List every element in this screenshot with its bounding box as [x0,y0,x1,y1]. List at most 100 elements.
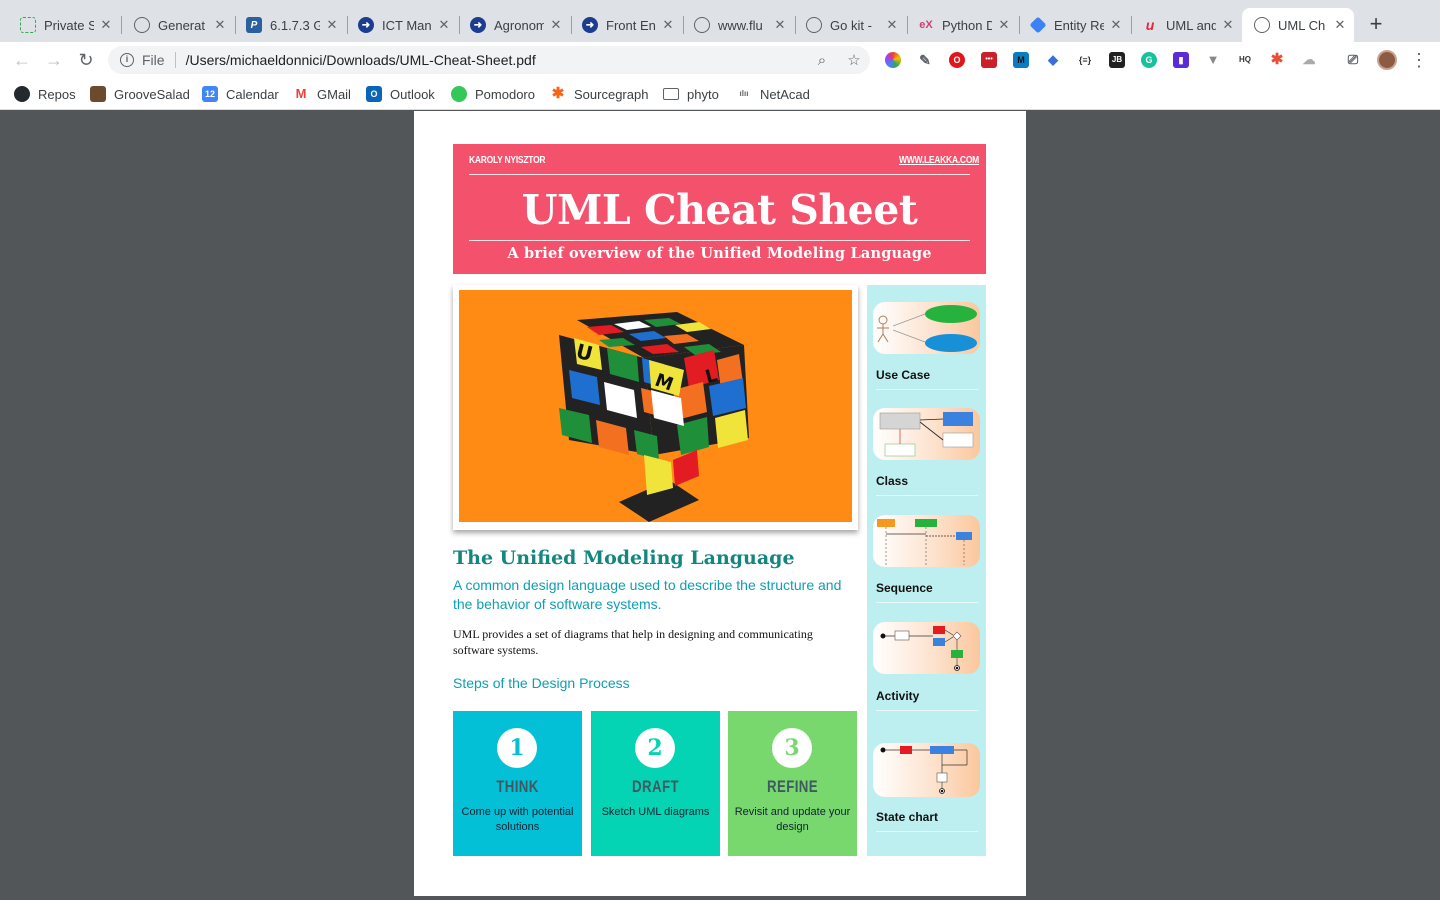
tab-title: Entity Re [1054,17,1104,33]
opera-icon[interactable]: O [949,52,965,68]
page-title: UML Cheat Sheet [521,186,918,234]
close-icon[interactable]: ✕ [1108,17,1124,33]
tab-2[interactable]: P 6.1.7.3 G ✕ [234,8,346,42]
bookmark-repos[interactable]: Repos [14,84,76,104]
github-icon [14,86,30,102]
diagram-label: Class [876,474,909,488]
tab-10[interactable]: u UML and ✕ [1130,8,1242,42]
bookmark-label: Calendar [226,86,279,102]
tab-7[interactable]: Go kit - ✕ [794,8,906,42]
tab-1[interactable]: Generat ✕ [122,8,234,42]
tab-11-active[interactable]: UML Ch ✕ [1242,8,1354,42]
hq-icon[interactable]: HQ [1237,52,1253,68]
step-label: DRAFT [632,777,679,796]
jetbrains-icon[interactable]: JB [1109,52,1125,68]
zoom-icon[interactable]: ⌕ [806,52,838,69]
tab-0[interactable]: Private S ✕ [8,8,120,42]
bookmark-label: phyto [687,86,719,102]
close-icon[interactable]: ✕ [996,17,1012,33]
folder-icon [663,88,679,100]
bookmark-groovesalad[interactable]: GrooveSalad [90,84,190,104]
close-icon[interactable]: ✕ [436,17,452,33]
grammarly-icon[interactable]: G [1141,52,1157,68]
tab-9[interactable]: Entity Re ✕ [1018,8,1130,42]
ethereum-icon[interactable]: ◆ [1045,52,1061,68]
new-tab-button[interactable]: + [1364,12,1388,36]
divider [876,602,978,603]
puzzle-icon[interactable]: ☁ [1301,52,1317,68]
bookmark-calendar[interactable]: 12 Calendar [202,84,279,104]
step-label: REFINE [767,777,818,796]
bookmark-label: Sourcegraph [574,86,649,102]
purple-extension-icon[interactable]: ▮ [1173,52,1189,68]
step-number: 2 [635,728,675,768]
tab-4[interactable]: ➜ Agronom ✕ [458,8,570,42]
toolbar: ← → ↻ i File /Users/michaeldonnici/Downl… [0,42,1440,78]
info-icon[interactable]: i [120,53,134,67]
step-number: 3 [772,728,812,768]
tab-8[interactable]: eX Python D ✕ [906,8,1018,42]
tab-6[interactable]: www.flu ✕ [682,8,794,42]
tab-3[interactable]: ➜ ICT Man ✕ [346,8,458,42]
arrow-icon: ➜ [582,17,598,33]
cast-icon[interactable]: ⎚ [1345,52,1361,68]
udemy-icon: u [1145,17,1155,33]
step-label: THINK [496,777,539,796]
tab-title: Go kit - [830,17,872,33]
tab-title: Private S [44,17,94,33]
menu-icon[interactable]: ⋮ [1410,48,1428,72]
diamond-icon [1029,16,1047,34]
bookmark-label: GrooveSalad [114,86,190,102]
cube-image-frame: U M L [453,285,858,530]
close-icon[interactable]: ✕ [212,17,228,33]
tab-strip: Private S ✕ Generat ✕ P 6.1.7.3 G ✕ ➜ IC… [0,0,1440,42]
arrow-icon: ➜ [358,17,374,33]
divider [876,710,978,711]
tab-title: www.flu [718,17,763,33]
bookmark-phyto[interactable]: phyto [663,84,719,104]
close-icon[interactable]: ✕ [1332,17,1348,33]
star-icon[interactable]: ☆ [838,51,870,69]
bookmark-pomodoro[interactable]: Pomodoro [451,84,535,104]
lastpass-icon[interactable]: ••• [981,52,997,68]
close-icon[interactable]: ✕ [1220,17,1236,33]
divider [876,831,978,832]
back-button[interactable]: ← [10,48,34,72]
close-icon[interactable]: ✕ [98,17,114,33]
json-icon[interactable]: {≡} [1077,52,1093,68]
tab-5[interactable]: ➜ Front En ✕ [570,8,682,42]
sourcegraph-icon: ✱ [551,85,565,102]
url-text[interactable]: /Users/michaeldonnici/Downloads/UML-Chea… [186,52,806,68]
close-icon[interactable]: ✕ [772,17,788,33]
edx-icon: eX [919,19,933,31]
bookmark-netacad[interactable]: ılıı NetAcad [736,84,810,104]
reload-button[interactable]: ↻ [74,48,98,72]
use-case-diagram-icon [873,302,980,354]
close-icon[interactable]: ✕ [548,17,564,33]
bookmark-gmail[interactable]: M GMail [293,84,351,104]
website-link[interactable]: WWW.LEAKKA.COM [899,155,979,166]
rubiks-cube-image: U M L [459,290,852,522]
bookmark-label: Repos [38,86,76,102]
asterisk-icon[interactable]: ✱ [1269,52,1285,68]
color-wheel-icon[interactable] [885,52,901,68]
m-extension-icon[interactable]: M [1013,52,1029,68]
bookmark-label: Pomodoro [475,86,535,102]
url-scheme: File [142,52,165,68]
vuejs-icon[interactable]: ▼ [1205,52,1221,68]
state-chart-diagram-icon [873,743,980,797]
bookmark-outlook[interactable]: O Outlook [366,84,435,104]
step-description: Come up with potential solutions [461,806,574,833]
pen-icon[interactable]: ✎ [917,52,933,68]
close-icon[interactable]: ✕ [660,17,676,33]
divider [469,240,970,241]
profile-avatar[interactable] [1377,50,1397,70]
cisco-icon: ılıı [739,89,749,98]
address-bar[interactable]: i File /Users/michaeldonnici/Downloads/U… [108,46,870,74]
section-title: The Unified Modeling Language [453,547,795,569]
bookmark-sourcegraph[interactable]: ✱ Sourcegraph [550,84,649,104]
pomodoro-icon [451,86,467,102]
close-icon[interactable]: ✕ [884,17,900,33]
close-icon[interactable]: ✕ [324,17,340,33]
forward-button[interactable]: → [42,48,66,72]
